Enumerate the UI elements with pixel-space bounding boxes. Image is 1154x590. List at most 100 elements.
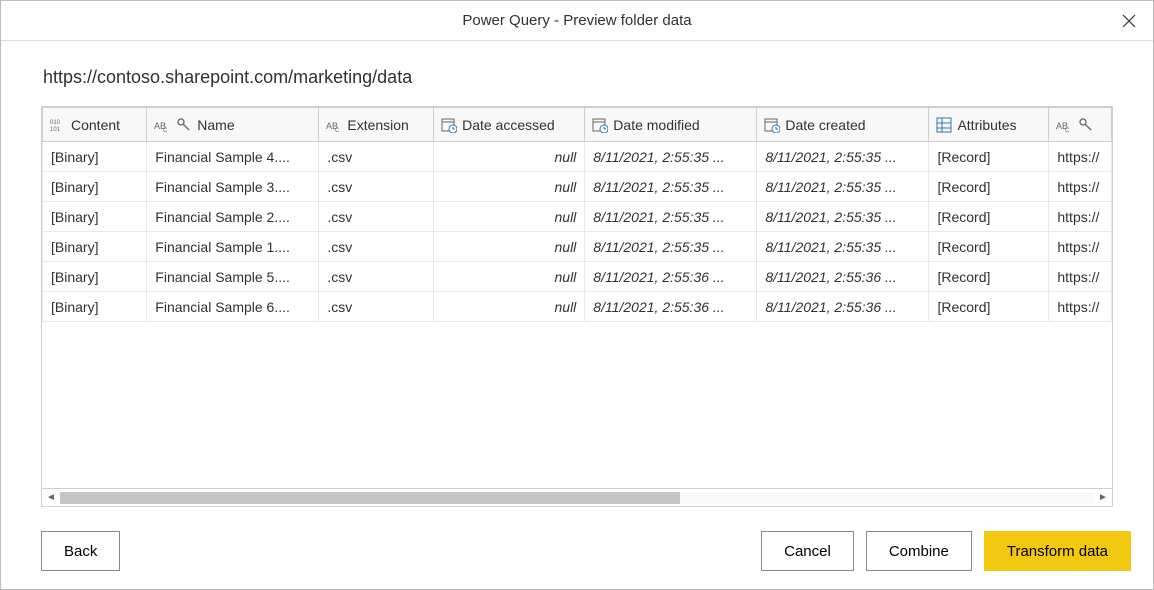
scroll-right-icon[interactable]: ► (1094, 489, 1112, 507)
cell-name: Financial Sample 3.... (147, 172, 319, 202)
column-header-label: Extension (347, 117, 408, 133)
cell-extension: .csv (319, 172, 434, 202)
content-area: https://contoso.sharepoint.com/marketing… (1, 41, 1153, 517)
svg-text:C: C (163, 128, 168, 133)
table-row[interactable]: [Binary]Financial Sample 1.....csvnull8/… (43, 232, 1112, 262)
transform-data-button[interactable]: Transform data (984, 531, 1131, 571)
folder-path: https://contoso.sharepoint.com/marketing… (43, 67, 1113, 88)
datetime-type-icon (763, 116, 781, 134)
column-header-label: Date modified (613, 117, 699, 133)
table-row[interactable]: [Binary]Financial Sample 2.....csvnull8/… (43, 202, 1112, 232)
cell-date-accessed: null (434, 202, 585, 232)
text-type-icon: ABC (153, 116, 171, 134)
cell-attributes[interactable]: [Record] (929, 202, 1049, 232)
column-header-label: Content (71, 117, 120, 133)
text-type-icon: ABC (1055, 116, 1073, 134)
text-type-icon: ABC (325, 116, 343, 134)
scrollbar-thumb[interactable] (60, 492, 680, 504)
cell-date-accessed: null (434, 142, 585, 172)
cell-name: Financial Sample 6.... (147, 292, 319, 322)
table-row[interactable]: [Binary]Financial Sample 4.....csvnull8/… (43, 142, 1112, 172)
cell-content[interactable]: [Binary] (43, 232, 147, 262)
key-icon (1077, 116, 1095, 134)
cell-folder-path: https:// (1049, 232, 1112, 262)
close-icon[interactable] (1117, 9, 1141, 33)
dialog-window: Power Query - Preview folder data https:… (0, 0, 1154, 590)
cell-date-created: 8/11/2021, 2:55:36 ... (757, 292, 929, 322)
cell-name: Financial Sample 1.... (147, 232, 319, 262)
cell-date-modified: 8/11/2021, 2:55:35 ... (585, 172, 757, 202)
cell-extension: .csv (319, 292, 434, 322)
cell-folder-path: https:// (1049, 142, 1112, 172)
table-row[interactable]: [Binary]Financial Sample 6.....csvnull 8/… (43, 292, 1112, 322)
cell-content[interactable]: [Binary] (43, 202, 147, 232)
cell-date-accessed: null (434, 262, 585, 292)
cell-content[interactable]: [Binary] (43, 262, 147, 292)
column-header-label: Date created (785, 117, 865, 133)
cell-attributes[interactable]: [Record] (929, 262, 1049, 292)
cell-date-modified: 8/11/2021, 2:55:35 ... (585, 232, 757, 262)
column-header-name[interactable]: ABC Name (147, 108, 319, 142)
cell-date-modified: 8/11/2021, 2:55:35 ... (585, 202, 757, 232)
cell-date-modified: 8/11/2021, 2:55:35 ... (585, 142, 757, 172)
column-header-content[interactable]: 010101 Content (43, 108, 147, 142)
cell-folder-path: https:// (1049, 172, 1112, 202)
cell-date-created: 8/11/2021, 2:55:35 ... (757, 172, 929, 202)
cell-name: Financial Sample 4.... (147, 142, 319, 172)
cell-date-accessed: null (434, 172, 585, 202)
button-bar: Back Cancel Combine Transform data (1, 517, 1153, 589)
window-title: Power Query - Preview folder data (462, 12, 691, 29)
data-grid: 010101 Content ABC (41, 106, 1113, 507)
cell-extension: .csv (319, 232, 434, 262)
svg-text:C: C (1065, 128, 1070, 133)
cell-folder-path: https:// (1049, 262, 1112, 292)
cell-extension: .csv (319, 262, 434, 292)
table-row[interactable]: [Binary]Financial Sample 3.....csvnull8/… (43, 172, 1112, 202)
cell-name: Financial Sample 5.... (147, 262, 319, 292)
cell-attributes[interactable]: [Record] (929, 292, 1049, 322)
header-row: 010101 Content ABC (43, 108, 1112, 142)
back-button[interactable]: Back (41, 531, 120, 571)
datetime-type-icon (591, 116, 609, 134)
record-type-icon (935, 116, 953, 134)
key-icon (175, 116, 193, 134)
column-header-attributes[interactable]: Attributes (929, 108, 1049, 142)
cell-folder-path: https:// (1049, 292, 1112, 322)
svg-text:C: C (335, 128, 340, 133)
column-header-date-created[interactable]: Date created (757, 108, 929, 142)
svg-text:010: 010 (50, 120, 61, 126)
column-header-label: Name (197, 117, 234, 133)
cell-content[interactable]: [Binary] (43, 292, 147, 322)
cell-date-created: 8/11/2021, 2:55:35 ... (757, 202, 929, 232)
cell-content[interactable]: [Binary] (43, 142, 147, 172)
horizontal-scrollbar[interactable]: ◄ ► (42, 488, 1112, 506)
cell-attributes[interactable]: [Record] (929, 232, 1049, 262)
cell-attributes[interactable]: [Record] (929, 142, 1049, 172)
cancel-button[interactable]: Cancel (761, 531, 854, 571)
cell-content[interactable]: [Binary] (43, 172, 147, 202)
column-header-label: Date accessed (462, 117, 555, 133)
column-header-folder-path[interactable]: ABC (1049, 108, 1112, 142)
scrollbar-track[interactable] (60, 492, 1094, 504)
datetime-type-icon (440, 116, 458, 134)
column-header-extension[interactable]: ABC Extension (319, 108, 434, 142)
cell-date-created: 8/11/2021, 2:55:35 ... (757, 142, 929, 172)
binary-type-icon: 010101 (49, 116, 67, 134)
scroll-left-icon[interactable]: ◄ (42, 489, 60, 507)
cell-extension: .csv (319, 142, 434, 172)
column-header-date-accessed[interactable]: Date accessed (434, 108, 585, 142)
cell-date-modified: 8/11/2021, 2:55:36 ... (585, 262, 757, 292)
cell-date-created: 8/11/2021, 2:55:35 ... (757, 232, 929, 262)
combine-button[interactable]: Combine (866, 531, 972, 571)
cell-date-accessed: null (434, 292, 585, 322)
cell-date-created: 8/11/2021, 2:55:36 ... (757, 262, 929, 292)
cell-date-accessed: null (434, 232, 585, 262)
column-header-label: Attributes (957, 117, 1016, 133)
cell-extension: .csv (319, 202, 434, 232)
cell-attributes[interactable]: [Record] (929, 172, 1049, 202)
column-header-date-modified[interactable]: Date modified (585, 108, 757, 142)
titlebar: Power Query - Preview folder data (1, 1, 1153, 41)
table-row[interactable]: [Binary]Financial Sample 5.....csvnull8/… (43, 262, 1112, 292)
svg-text:101: 101 (50, 127, 61, 133)
cell-folder-path: https:// (1049, 202, 1112, 232)
